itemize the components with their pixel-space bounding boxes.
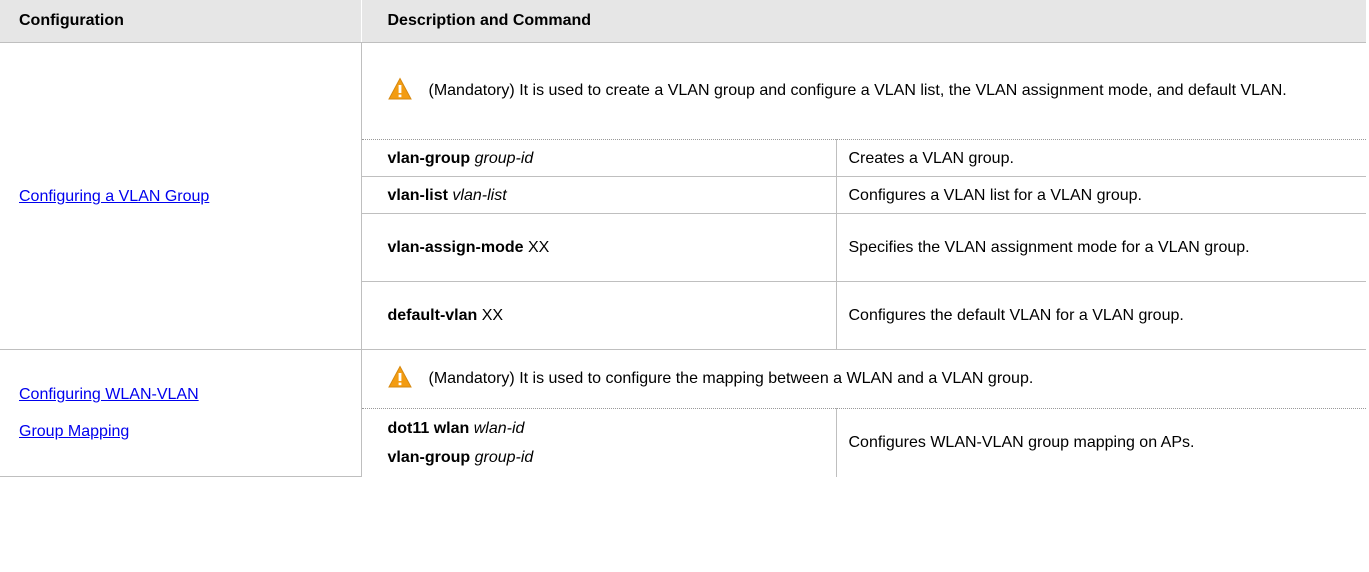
configuring-wlan-vlan-group-mapping-link[interactable]: Configuring WLAN-VLAN Group Mapping xyxy=(19,386,199,440)
command-argument: wlan-id xyxy=(473,419,525,437)
config-table: Configuration Description and Command Co… xyxy=(0,0,1367,477)
command-argument: group-id xyxy=(474,448,534,466)
table-row: Configuring a VLAN Group (Mandatory) It … xyxy=(0,42,1367,350)
configuring-vlan-group-link[interactable]: Configuring a VLAN Group xyxy=(19,188,209,205)
command-cell: vlan-group group-id xyxy=(361,139,837,177)
command-cell: vlan-assign-mode XX xyxy=(361,213,837,282)
command-keyword: vlan-assign-mode xyxy=(387,239,524,256)
config-table-page: Configuration Description and Command Co… xyxy=(0,0,1369,477)
command-keyword: default-vlan xyxy=(387,307,478,324)
command-cell: default-vlan XX xyxy=(361,281,837,350)
config-cell-wlan-vlan-mapping: Configuring WLAN-VLAN Group Mapping xyxy=(0,349,362,477)
link-line-2: Group Mapping xyxy=(19,423,130,440)
command-keyword: vlan-group xyxy=(387,149,471,167)
table-header-row: Configuration Description and Command xyxy=(0,0,1367,43)
note-cell: (Mandatory) It is used to create a VLAN … xyxy=(361,42,1367,140)
description-cell: Configures the default VLAN for a VLAN g… xyxy=(836,281,1367,350)
command-keyword: vlan-group xyxy=(387,448,471,466)
command-keyword: vlan-list xyxy=(387,186,448,204)
header-configuration: Configuration xyxy=(0,0,361,43)
warning-icon xyxy=(387,77,412,100)
config-cell-vlan-group: Configuring a VLAN Group xyxy=(0,42,362,350)
command-value: XX xyxy=(481,307,504,324)
command-cell: dot11 wlan wlan-id vlan-group group-id xyxy=(361,408,837,477)
note-text: (Mandatory) It is used to configure the … xyxy=(428,370,1034,387)
command-value: XX xyxy=(527,239,550,256)
command-cell: vlan-list vlan-list xyxy=(361,176,837,214)
description-cell: Configures a VLAN list for a VLAN group. xyxy=(836,176,1367,214)
description-cell: Creates a VLAN group. xyxy=(836,139,1367,177)
command-keyword: dot11 wlan xyxy=(387,419,470,437)
link-line-1: Configuring WLAN-VLAN xyxy=(19,386,199,403)
note-cell: (Mandatory) It is used to configure the … xyxy=(361,349,1367,409)
command-argument: vlan-list xyxy=(452,186,507,204)
warning-icon xyxy=(387,365,412,388)
header-description-command: Description and Command xyxy=(360,0,1367,43)
description-cell: Configures WLAN-VLAN group mapping on AP… xyxy=(848,434,1195,452)
table-row: Configuring WLAN-VLAN Group Mapping (Mand… xyxy=(0,349,1367,477)
command-argument: group-id xyxy=(474,149,534,167)
description-cell: Specifies the VLAN assignment mode for a… xyxy=(836,213,1367,282)
note-text: (Mandatory) It is used to create a VLAN … xyxy=(428,82,1287,99)
